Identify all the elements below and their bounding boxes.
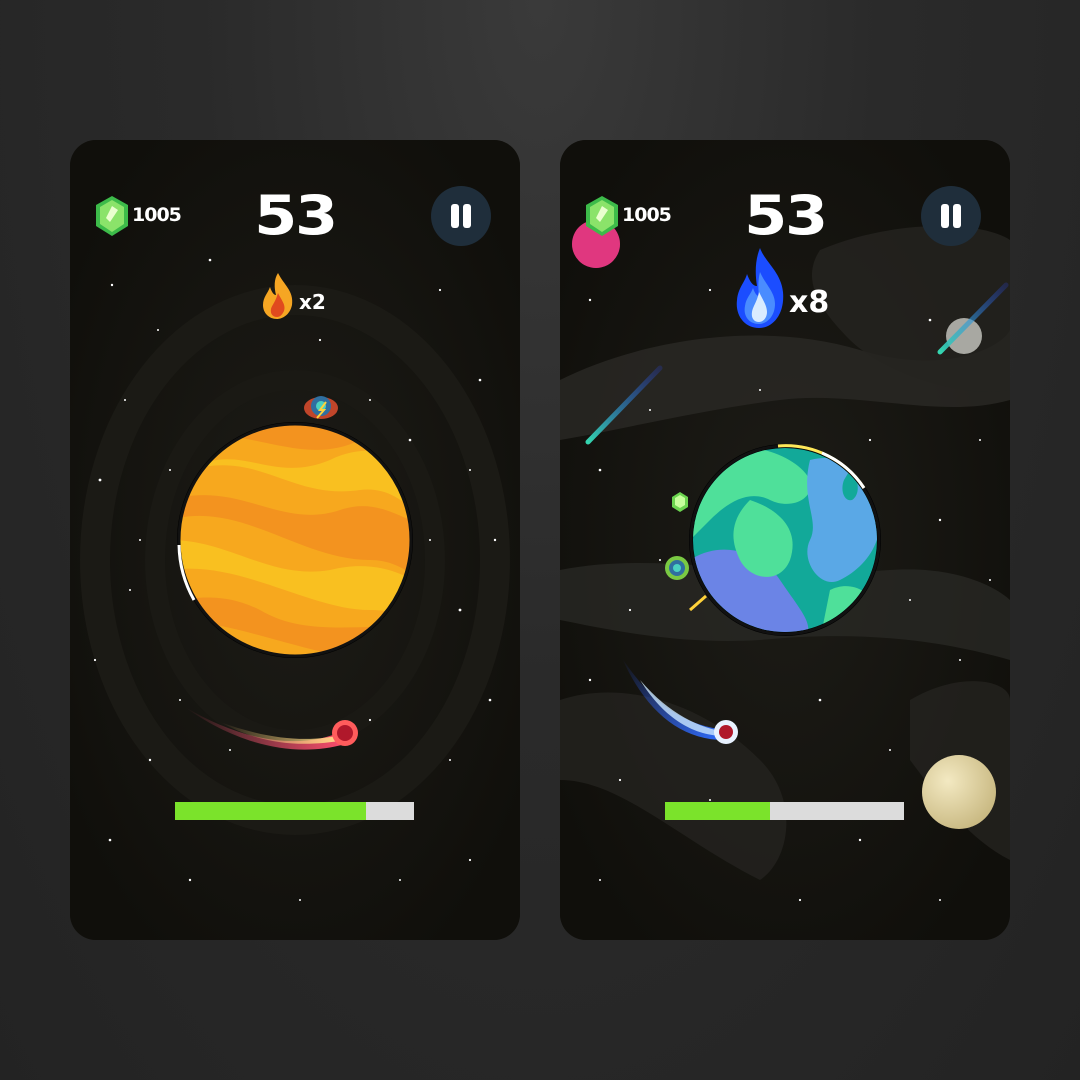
progress-bar [175, 802, 414, 820]
game-screen-left: 1005 53 x2 [70, 140, 520, 940]
pause-button[interactable] [431, 186, 491, 246]
beige-moon [922, 755, 996, 829]
game-screen-right: 1005 53 x8 [560, 140, 1010, 940]
satellite-icon [665, 556, 689, 580]
pause-icon [941, 204, 949, 228]
space-background [560, 140, 1010, 940]
pause-button[interactable] [921, 186, 981, 246]
pause-icon [463, 204, 471, 228]
pause-icon [953, 204, 961, 228]
progress-fill [175, 802, 367, 820]
grey-moon [946, 318, 982, 354]
multiplier-text: x8 [789, 285, 830, 320]
space-background [70, 140, 520, 940]
pause-icon [451, 204, 459, 228]
progress-fill [665, 802, 771, 820]
multiplier-text: x2 [299, 290, 326, 314]
progress-bar [665, 802, 904, 820]
